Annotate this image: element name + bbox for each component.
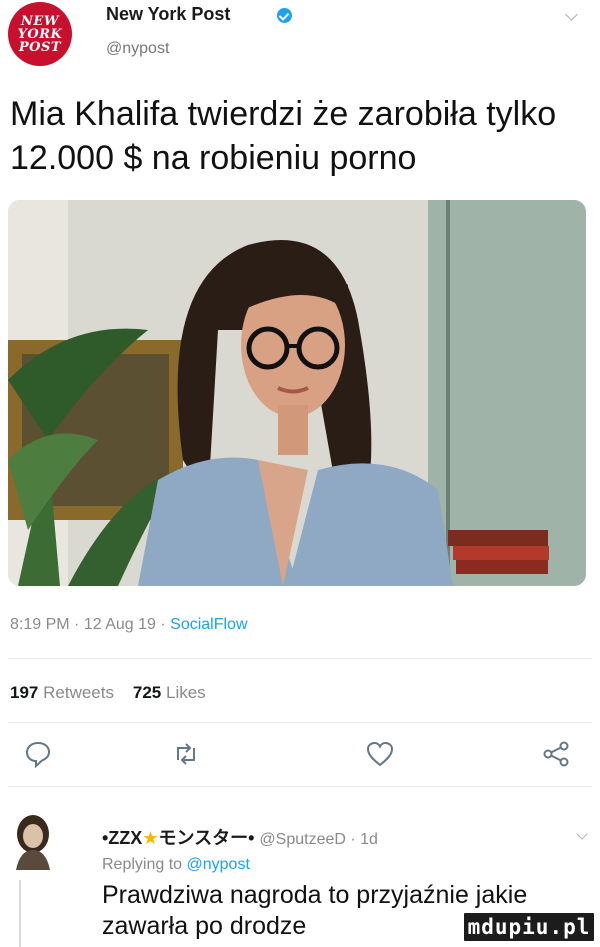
logo-line-1: NEW (21, 13, 59, 29)
like-icon[interactable] (364, 738, 396, 770)
divider (8, 658, 592, 659)
reply-mention[interactable]: @nypost (187, 856, 250, 873)
reply-name-part1: •ZZX (102, 828, 143, 848)
chevron-down-icon[interactable] (576, 828, 588, 840)
share-icon[interactable] (540, 738, 572, 770)
likes-count[interactable]: 725 (133, 683, 161, 702)
account-name[interactable]: New York Post (106, 4, 230, 25)
tweet-header: NEW YORK POST New York Post @nypost (6, 0, 594, 72)
nypost-avatar[interactable]: NEW YORK POST (8, 2, 72, 66)
retweets-label[interactable]: Retweets (43, 683, 114, 702)
divider (8, 786, 592, 787)
reply-avatar[interactable] (10, 810, 56, 870)
tweet-meta: 8:19 PM · 12 Aug 19 · SocialFlow (10, 616, 248, 634)
tweet-text: Mia Khalifa twierdzi że zarobiła tylko 1… (10, 95, 557, 177)
tweet-time[interactable]: 8:19 PM (10, 616, 70, 633)
action-bar (0, 736, 600, 776)
tweet-photo[interactable] (8, 200, 586, 586)
logo-line-2: YORK (17, 26, 63, 42)
reply-icon[interactable] (22, 738, 54, 770)
chevron-down-icon[interactable] (565, 8, 578, 21)
reply-name[interactable]: •ZZX★モンスター• @SputzeeD · 1d (102, 824, 378, 850)
reply-context-prefix: Replying to (102, 856, 183, 873)
tweet-stats: 197 Retweets 725 Likes (10, 683, 206, 703)
divider (8, 722, 592, 723)
retweets-count[interactable]: 197 (10, 683, 38, 702)
tweet-date[interactable]: 12 Aug 19 (84, 616, 156, 633)
meta-separator: · (74, 616, 80, 633)
tweet-source[interactable]: SocialFlow (170, 616, 247, 633)
verified-badge-icon (277, 8, 292, 23)
retweet-icon[interactable] (170, 738, 202, 770)
reply-name-part2: モンスター• (158, 828, 255, 848)
account-handle[interactable]: @nypost (106, 40, 169, 58)
watermark-logo: mdupiu.pl (462, 911, 596, 943)
reply-context: Replying to @nypost (102, 856, 250, 874)
likes-label[interactable]: Likes (166, 683, 206, 702)
meta-separator: · (160, 616, 166, 633)
star-icon: ★ (142, 828, 159, 848)
logo-line-3: POST (18, 39, 62, 55)
photo-illustration (8, 200, 586, 586)
reply-handle[interactable]: @SputzeeD · 1d (259, 831, 378, 848)
thread-line (19, 880, 21, 947)
